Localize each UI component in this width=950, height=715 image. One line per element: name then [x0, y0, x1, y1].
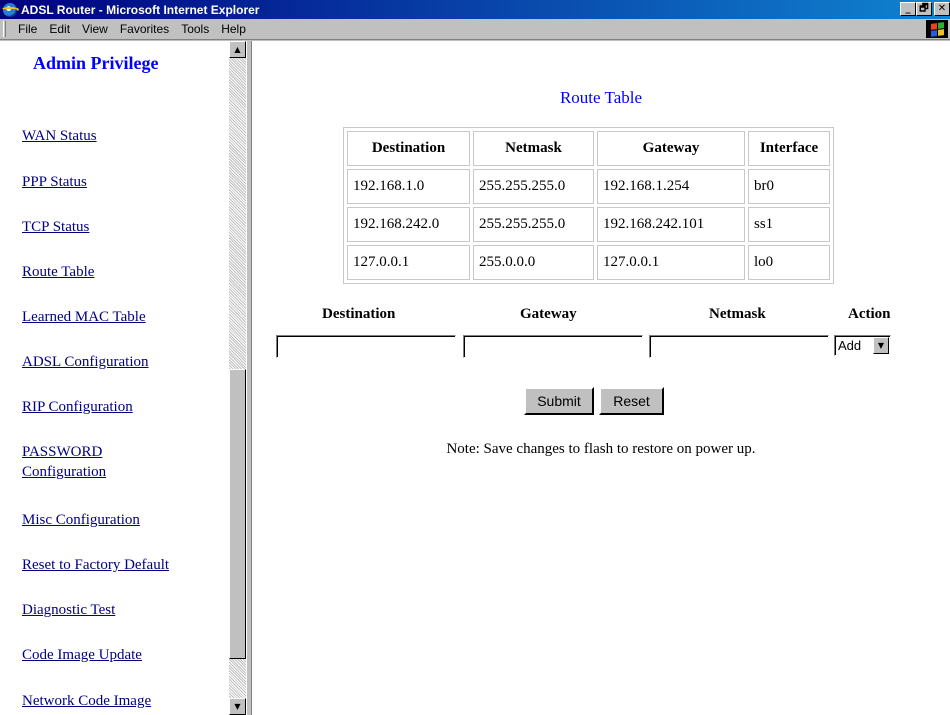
sidebar-item-tcp-status[interactable]: TCP Status [22, 217, 89, 237]
table-cell: 192.168.242.101 [597, 207, 745, 242]
menu-favorites[interactable]: Favorites [114, 22, 175, 36]
table-cell: 127.0.0.1 [347, 245, 470, 280]
sidebar-item-misc-configuration[interactable]: Misc Configuration [22, 510, 140, 530]
sidebar-item-reset-factory-default[interactable]: Reset to Factory Default [22, 555, 169, 575]
menu-grip [3, 21, 6, 37]
sidebar-item-password[interactable]: PASSWORD [22, 442, 102, 462]
page-title: Route Table [559, 88, 643, 107]
minimize-button[interactable]: _ [900, 2, 916, 16]
netmask-input[interactable] [649, 335, 829, 358]
table-cell: ss1 [748, 207, 830, 242]
window-title-bar[interactable]: ADSL Router - Microsoft Internet Explore… [0, 0, 950, 19]
menu-view[interactable]: View [76, 22, 114, 36]
sidebar-item-wan-status[interactable]: WAN Status [22, 126, 97, 146]
scroll-down-arrow-icon[interactable]: ▼ [229, 698, 246, 715]
sidebar-scrollbar[interactable]: ▲ ▼ [229, 41, 246, 715]
sidebar-item-rip-configuration[interactable]: RIP Configuration [22, 397, 133, 417]
action-selected-value: Add [838, 338, 862, 353]
dropdown-arrow-icon[interactable]: ▼ [873, 337, 889, 354]
menu-bar: File Edit View Favorites Tools Help [0, 19, 950, 40]
table-cell: lo0 [748, 245, 830, 280]
destination-input[interactable] [276, 335, 456, 358]
destination-label: Destination [322, 306, 396, 322]
close-button[interactable]: ✕ [934, 2, 950, 16]
sidebar-item-ppp-status[interactable]: PPP Status [22, 172, 87, 192]
table-row: 192.168.1.0 255.255.255.0 192.168.1.254 … [347, 169, 830, 204]
maximize-button[interactable]: 🗗 [916, 2, 932, 16]
menu-tools[interactable]: Tools [175, 22, 215, 36]
ie-globe-icon [1, 2, 19, 18]
windows-logo-icon [926, 20, 948, 38]
menu-help[interactable]: Help [215, 22, 252, 36]
table-cell: 192.168.1.254 [597, 169, 745, 204]
table-cell: 192.168.242.0 [347, 207, 470, 242]
sidebar-item-learned-mac-table[interactable]: Learned MAC Table [22, 307, 146, 327]
action-select[interactable]: Add ▼ [834, 335, 891, 356]
sidebar-title: Admin Privilege [33, 53, 159, 73]
table-row: 127.0.0.1 255.0.0.0 127.0.0.1 lo0 [347, 245, 830, 280]
table-row: 192.168.242.0 255.255.255.0 192.168.242.… [347, 207, 830, 242]
sidebar-item-password-configuration[interactable]: Configuration [22, 462, 106, 482]
menu-edit[interactable]: Edit [43, 22, 76, 36]
table-cell: 192.168.1.0 [347, 169, 470, 204]
netmask-label: Netmask [709, 306, 766, 322]
table-cell: 255.255.255.0 [473, 207, 594, 242]
column-header: Interface [748, 131, 830, 166]
sidebar-item-adsl-configuration[interactable]: ADSL Configuration [22, 352, 149, 372]
window-title: ADSL Router - Microsoft Internet Explore… [21, 2, 260, 17]
sidebar-item-diagnostic-test[interactable]: Diagnostic Test [22, 600, 115, 620]
content-frame: Route Table Destination Netmask Gateway … [252, 41, 950, 715]
window-controls: _ 🗗 ✕ [900, 2, 950, 16]
table-cell: 255.255.255.0 [473, 169, 594, 204]
gateway-input[interactable] [463, 335, 643, 358]
scroll-up-arrow-icon[interactable]: ▲ [229, 41, 246, 58]
sidebar-item-route-table[interactable]: Route Table [22, 262, 94, 282]
sidebar-item-network-code-image[interactable]: Network Code Image [22, 691, 151, 711]
scrollbar-thumb[interactable] [229, 369, 246, 659]
table-cell: br0 [748, 169, 830, 204]
gateway-label: Gateway [520, 306, 577, 322]
sidebar-item-code-image-update[interactable]: Code Image Update [22, 645, 142, 665]
table-cell: 255.0.0.0 [473, 245, 594, 280]
menu-file[interactable]: File [12, 22, 43, 36]
navigation-frame: Admin Privilege WAN Status PPP Status TC… [0, 41, 229, 715]
table-header-row: Destination Netmask Gateway Interface [347, 131, 830, 166]
submit-button[interactable]: Submit [524, 387, 594, 415]
column-header: Gateway [597, 131, 745, 166]
note-text: Note: Save changes to flash to restore o… [446, 441, 756, 457]
action-label: Action [848, 306, 891, 322]
column-header: Netmask [473, 131, 594, 166]
table-cell: 127.0.0.1 [597, 245, 745, 280]
route-table: Destination Netmask Gateway Interface 19… [343, 127, 834, 284]
reset-button[interactable]: Reset [599, 387, 664, 415]
column-header: Destination [347, 131, 470, 166]
